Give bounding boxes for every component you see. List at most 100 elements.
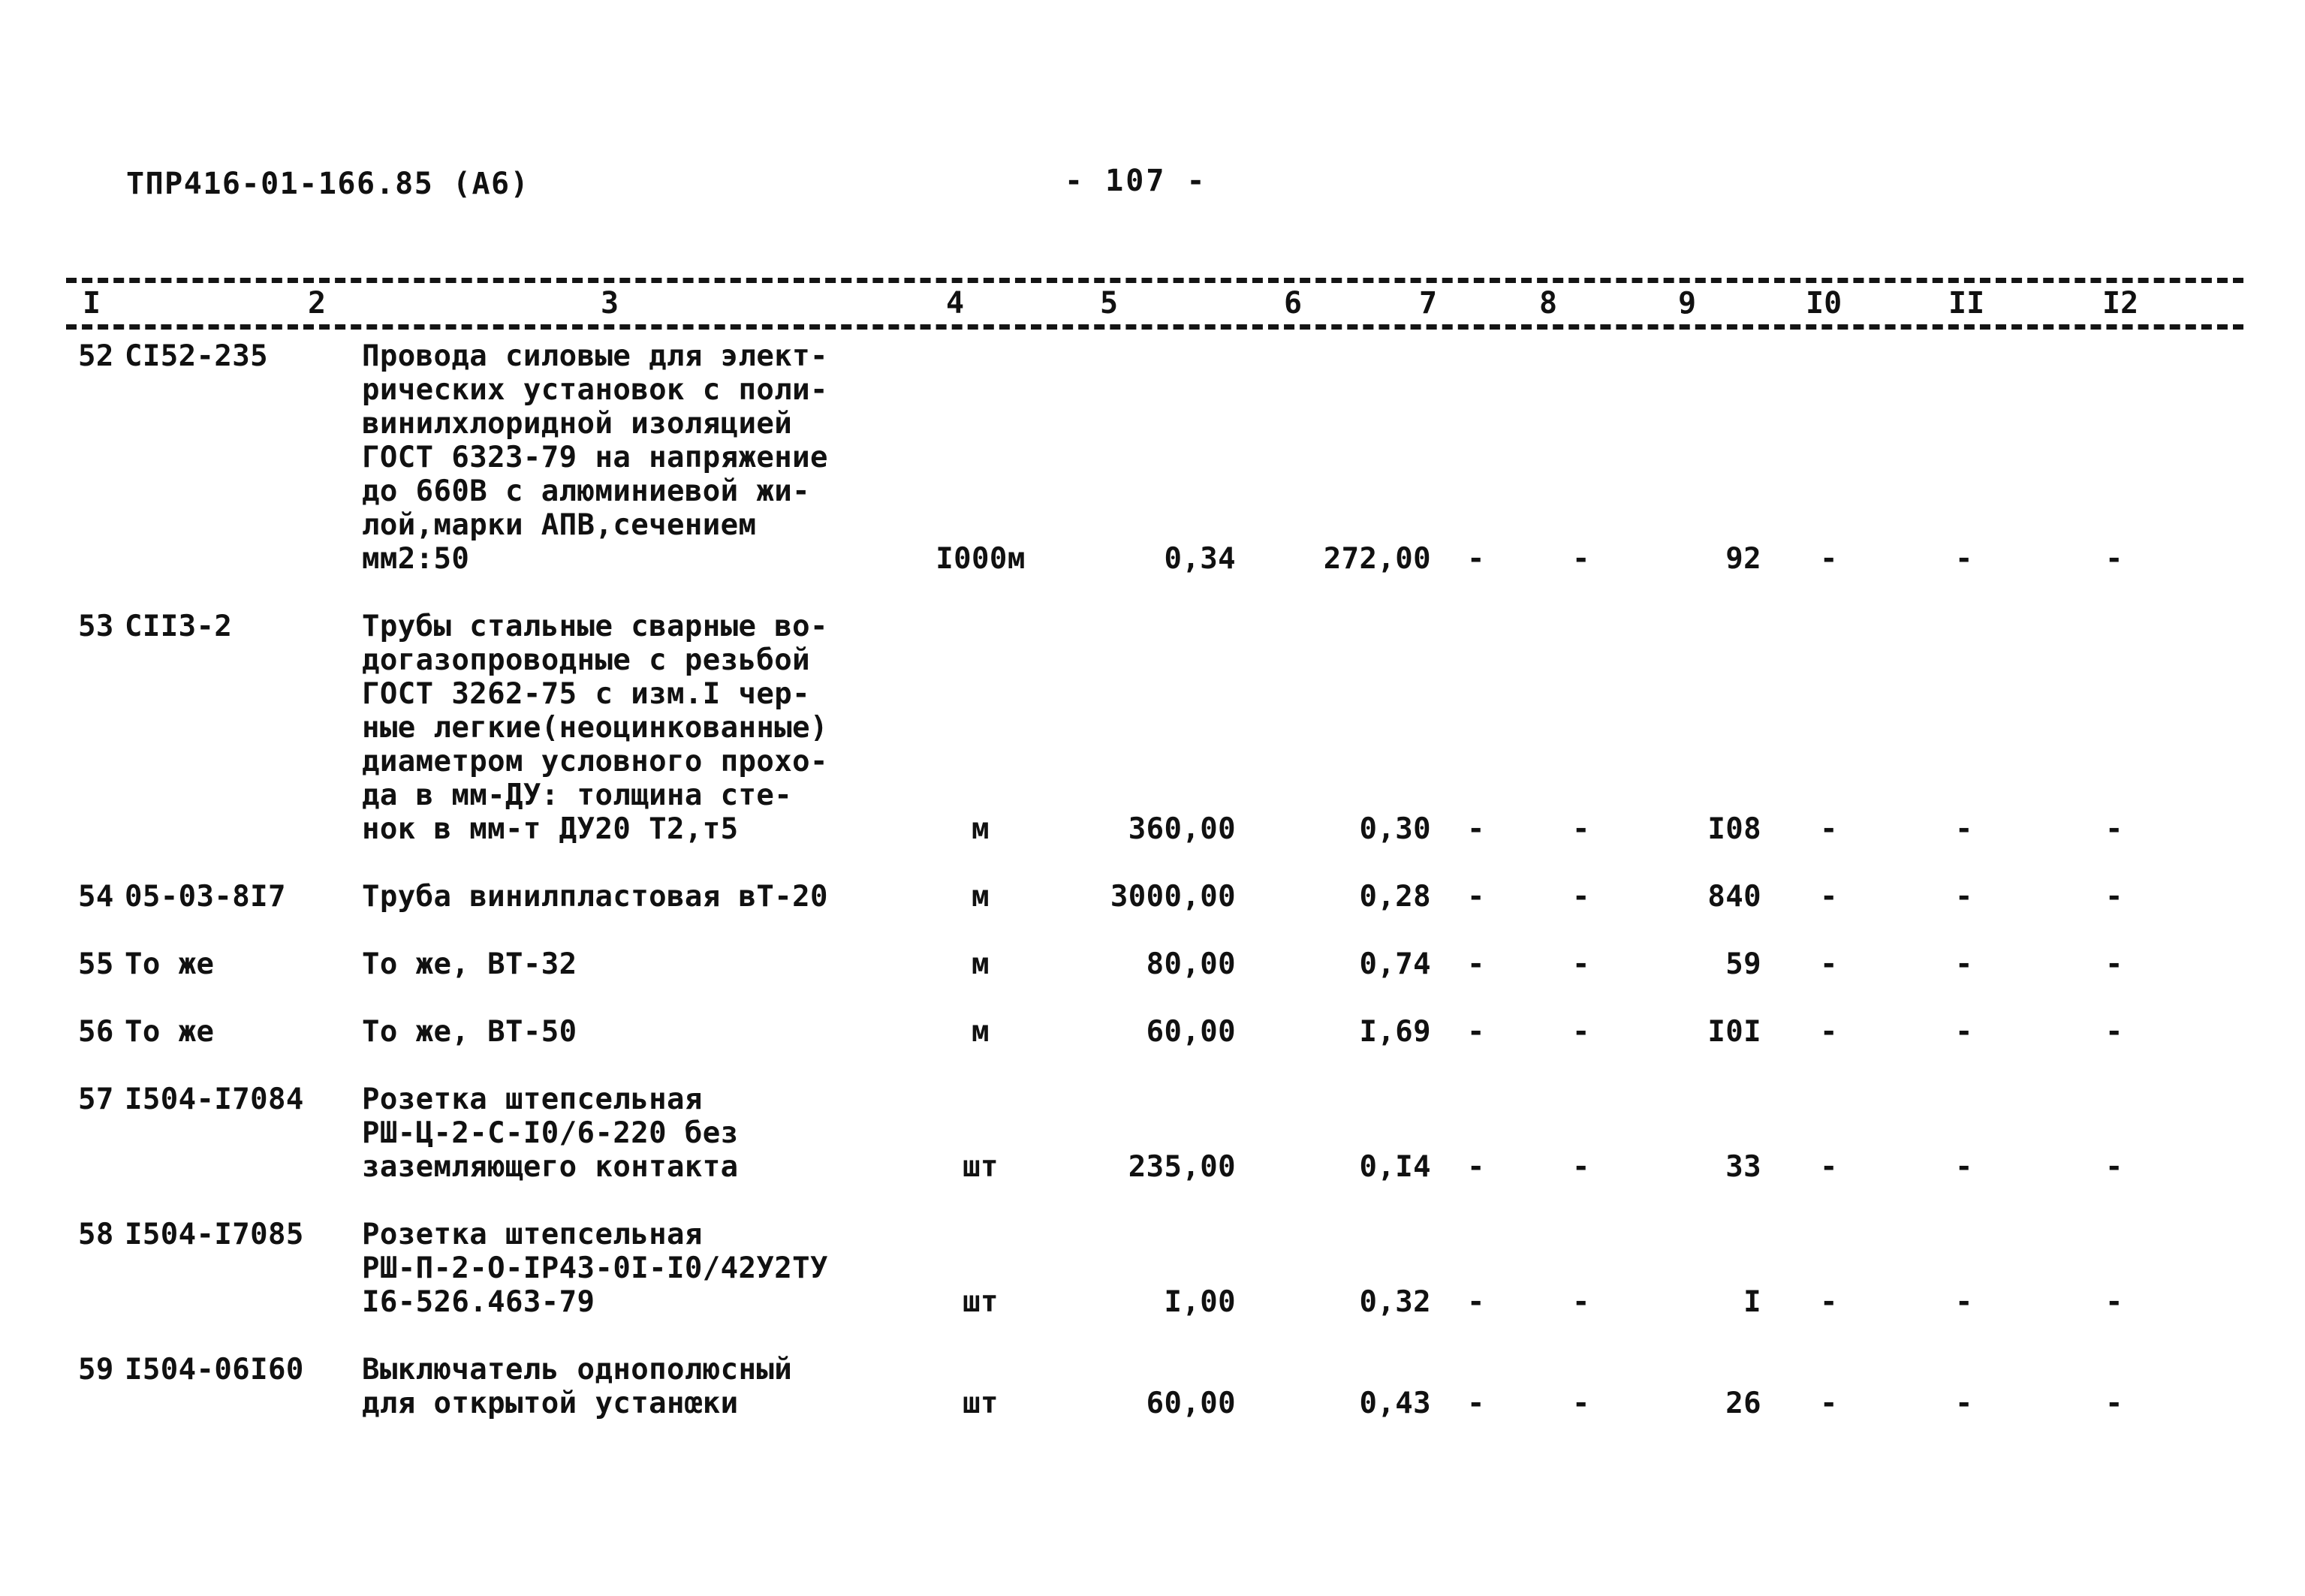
table-row: 55 То же То же, ВТ-32 м 80,00 0,74 - - 59 - - - — [0, 947, 2305, 981]
row-col11: - — [1955, 812, 1973, 846]
row-col6: 0,28 — [1359, 880, 1431, 914]
row-col7: - — [1467, 812, 1485, 846]
table-row: 56 То же То же, ВТ-50 м 60,00 I,69 - - I0I - - - — [0, 1015, 2305, 1049]
row-description: Розетка штепсельная РШ-П-2-О-IР43-0I-I0/4… — [362, 1218, 828, 1319]
row-col6: 0,74 — [1359, 947, 1431, 981]
row-number: 54 — [78, 880, 114, 914]
row-code: То же — [125, 1015, 215, 1049]
row-description: То же, ВТ-50 — [362, 1015, 577, 1049]
table-row: 59 I504-06I60 Выключатель однополюсный для … — [0, 1353, 2305, 1420]
row-description: То же, ВТ-32 — [362, 947, 577, 981]
table-row: 57 I504-I7084 Розетка штепсельная РШ-Ц-2-С-… — [0, 1083, 2305, 1184]
column-header-4: 4 — [939, 284, 972, 323]
row-col12: - — [2105, 1015, 2123, 1049]
row-col7: - — [1467, 880, 1485, 914]
row-col12: - — [2105, 1285, 2123, 1319]
row-code: СI52-235 — [125, 339, 269, 373]
row-col9: 59 — [1725, 947, 1761, 981]
row-code: То же — [125, 947, 215, 981]
row-description-line: Труба винилпластовая вТ-20 — [362, 880, 828, 914]
row-col6: 0,43 — [1359, 1387, 1431, 1420]
row-col7: - — [1467, 1387, 1485, 1420]
row-unit: м — [972, 880, 990, 914]
row-col9: 840 — [1707, 880, 1761, 914]
row-col12: - — [2105, 1387, 2123, 1420]
row-unit: шт — [963, 1387, 999, 1420]
row-col9: I0I — [1707, 1015, 1761, 1049]
row-col7: - — [1467, 1285, 1485, 1319]
row-col9: 92 — [1725, 542, 1761, 576]
row-description: Трубы стальные сварные во-догазопроводны… — [362, 610, 828, 846]
row-description: Труба винилпластовая вТ-20 — [362, 880, 828, 914]
row-col7: - — [1467, 1015, 1485, 1049]
column-header-3: 3 — [593, 284, 627, 323]
row-col8: - — [1572, 1015, 1590, 1049]
row-description-line: Розетка штепсельная — [362, 1218, 703, 1251]
row-description-line: заземляющего контакта — [362, 1150, 739, 1184]
row-description-line: ГОСТ 6323-79 на напряжение — [362, 441, 828, 474]
row-code: 05-03-8I7 — [125, 880, 286, 914]
row-col5: 0,34 — [1164, 542, 1236, 576]
row-description-line: Провода силовые для элект- — [362, 339, 828, 373]
row-number: 53 — [78, 610, 114, 643]
row-col8: - — [1572, 1150, 1590, 1184]
row-unit: шт — [963, 1285, 999, 1319]
row-col6: 272,00 — [1323, 542, 1431, 576]
row-number: 52 — [78, 339, 114, 373]
row-unit: шт — [963, 1150, 999, 1184]
row-code: I504-06I60 — [125, 1353, 304, 1387]
row-col10: - — [1820, 1285, 1838, 1319]
row-col5: I,00 — [1164, 1285, 1236, 1319]
column-header-6: 6 — [1276, 284, 1310, 323]
row-col8: - — [1572, 542, 1590, 576]
row-col12: - — [2105, 812, 2123, 846]
column-header-11: II — [1941, 284, 1993, 323]
row-unit: м — [972, 1015, 990, 1049]
row-col8: - — [1572, 812, 1590, 846]
row-col10: - — [1820, 1015, 1838, 1049]
row-col9: I08 — [1707, 812, 1761, 846]
row-description-line: ГОСТ 3262-75 с изм.I чер- — [362, 677, 810, 711]
table-row: 52 СI52-235 Провода силовые для элект-риче… — [0, 339, 2305, 576]
row-number: 55 — [78, 947, 114, 981]
row-description-line: Трубы стальные сварные во- — [362, 610, 828, 643]
row-description-line: РШ-П-2-О-IР43-0I-I0/42У2ТУ — [362, 1251, 828, 1285]
table-rule-bottom — [66, 324, 2243, 330]
row-col5: 60,00 — [1146, 1015, 1236, 1049]
row-col10: - — [1820, 1387, 1838, 1420]
row-col5: 3000,00 — [1110, 880, 1236, 914]
document-code: ТПР416-01-166.85 (А6) — [126, 167, 530, 201]
row-col6: I,69 — [1359, 1015, 1431, 1049]
table-row: 53 СII3-2 Трубы стальные сварные во-догазо… — [0, 610, 2305, 846]
row-description: Розетка штепсельная РШ-Ц-2-С-I0/6-220 без… — [362, 1083, 738, 1184]
table-row: 54 05-03-8I7 Труба винилпластовая вТ-20 м 30… — [0, 880, 2305, 914]
row-number: 59 — [78, 1353, 114, 1387]
row-col9: 33 — [1725, 1150, 1761, 1184]
row-col10: - — [1820, 1150, 1838, 1184]
row-description-line: Розетка штепсельная — [362, 1083, 703, 1116]
row-col7: - — [1467, 1150, 1485, 1184]
row-number: 58 — [78, 1218, 114, 1251]
column-header-9: 9 — [1671, 284, 1704, 323]
row-description: Провода силовые для элект-рических устан… — [362, 339, 828, 576]
row-code: I504-I7085 — [125, 1218, 304, 1251]
row-description-line: до 660В с алюминиевой жи- — [362, 474, 810, 508]
row-col6: 0,32 — [1359, 1285, 1431, 1319]
row-description-line: для открытой устанœки — [362, 1387, 739, 1420]
row-col12: - — [2105, 1150, 2123, 1184]
document-page: ТПР416-01-166.85 (А6) - 107 - I23456789I… — [0, 0, 2305, 1596]
column-header-2: 2 — [300, 284, 334, 323]
row-col5: 80,00 — [1146, 947, 1236, 981]
row-col10: - — [1820, 947, 1838, 981]
row-col12: - — [2105, 542, 2123, 576]
column-header-1: I — [75, 284, 109, 323]
row-description-line: винилхлоридной изоляцией — [362, 407, 793, 441]
row-number: 56 — [78, 1015, 114, 1049]
row-code: I504-I7084 — [125, 1083, 304, 1116]
row-col12: - — [2105, 880, 2123, 914]
row-col8: - — [1572, 880, 1590, 914]
row-col9: 26 — [1725, 1387, 1761, 1420]
row-description-line: То же, ВТ-32 — [362, 947, 577, 981]
row-col10: - — [1820, 812, 1838, 846]
row-description-line: I6-526.463-79 — [362, 1285, 595, 1319]
